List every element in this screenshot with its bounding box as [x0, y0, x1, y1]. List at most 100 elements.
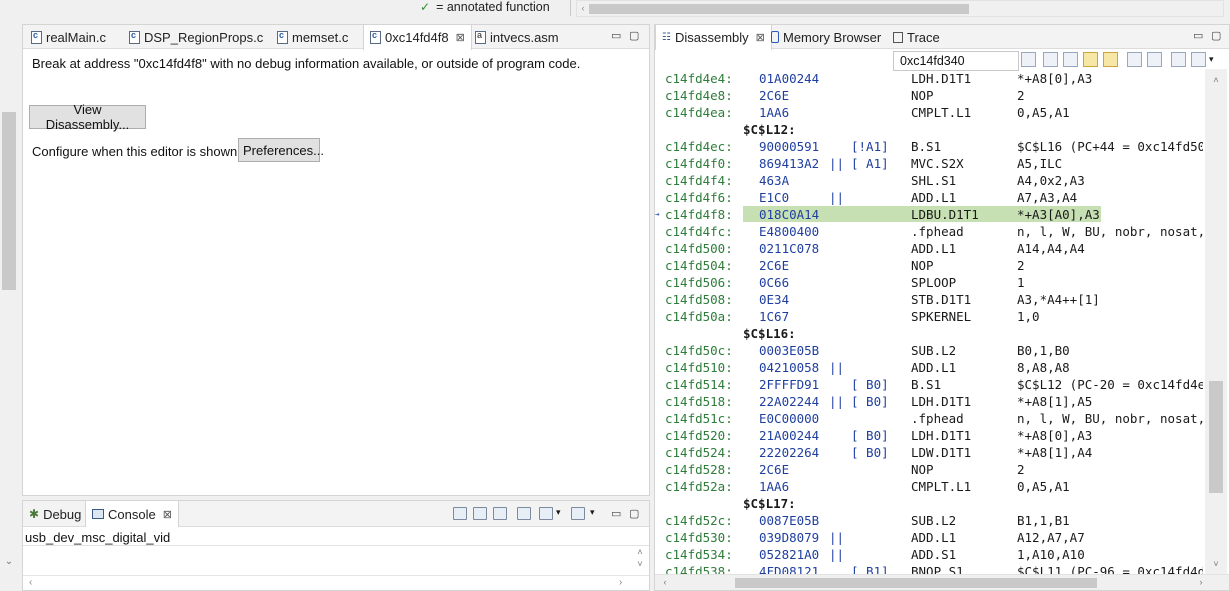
asm-file-icon — [475, 30, 486, 44]
sync-icon[interactable] — [1103, 52, 1118, 67]
maximize-icon[interactable]: ▢ — [629, 507, 639, 520]
mnemonic: BNOP.S1 — [911, 564, 964, 574]
maximize-icon[interactable]: ▢ — [1211, 29, 1221, 42]
view-disassembly-button[interactable]: View Disassembly... — [29, 102, 146, 132]
current-instruction-row[interactable]: ➔ c14fd4f8: 018C0A14 LDBU.D1T1 *+A3[A0],A3 — [655, 206, 1203, 223]
instruction-row[interactable]: c14fd4f4: 463A SHL.S1 A4,0x2,A3 — [655, 172, 1203, 189]
scroll-right-icon[interactable]: › — [1195, 577, 1207, 587]
close-tab-icon[interactable]: ⊠ — [456, 31, 465, 44]
clear-console-icon[interactable] — [453, 507, 467, 520]
minimize-icon[interactable]: ▭ — [611, 29, 621, 42]
mnemonic: ADD.L1 — [911, 360, 957, 375]
chevron-down-icon[interactable]: ▾ — [556, 507, 561, 518]
instruction-row[interactable]: c14fd4ea: 1AA6 CMPLT.L1 0,A5,A1 — [655, 104, 1203, 121]
opcode: 01A00244 — [759, 71, 820, 86]
close-tab-icon[interactable]: ⊠ — [163, 508, 172, 521]
instruction-row[interactable]: c14fd534: 052821A0 || ADD.S1 1,A10,A10 — [655, 546, 1203, 563]
tab-memory-browser[interactable]: Memory Browser — [765, 25, 887, 49]
scroll-right-icon[interactable]: › — [619, 577, 622, 588]
instruction-row[interactable]: c14fd50a: 1C67 SPKERNEL 1,0 — [655, 308, 1203, 325]
tab-memset[interactable]: memset.c — [271, 25, 354, 49]
step-over-icon[interactable] — [1147, 52, 1162, 67]
instruction-row[interactable]: c14fd51c: E0C00000 .fphead n, l, W, BU, nob… — [655, 410, 1203, 427]
disassembly-vertical-scrollbar[interactable]: ˄ ˅ — [1205, 69, 1227, 574]
instruction-row[interactable]: c14fd520: 21A00244 [ B0] LDH.D1T1 *+A8[0],A3 — [655, 427, 1203, 444]
link-icon[interactable] — [1083, 52, 1098, 67]
instruction-row[interactable]: c14fd524: 22202264 [ B0] LDW.D1T1 *+A8[1],A4 — [655, 444, 1203, 461]
scrollbar-thumb[interactable] — [589, 4, 969, 14]
instruction-row[interactable]: c14fd4e8: 2C6E NOP 2 — [655, 87, 1203, 104]
instruction-row[interactable]: c14fd528: 2C6E NOP 2 — [655, 461, 1203, 478]
instruction-row[interactable]: c14fd4f6: E1C0 || ADD.L1 A7,A3,A4 — [655, 189, 1203, 206]
tab-disassembly[interactable]: ☷ Disassembly ⊠ — [655, 25, 772, 50]
tab-address[interactable]: 0xc14fd4f8 ⊠ — [363, 25, 472, 50]
parallel-marker: || — [829, 547, 845, 562]
instruction-row[interactable]: c14fd4e4: 01A00244 LDH.D1T1 *+A8[0],A3 — [655, 70, 1203, 87]
instruction-row[interactable]: c14fd4fc: E4800400 .fphead n, l, W, BU, nob… — [655, 223, 1203, 240]
instruction-row[interactable]: c14fd514: 2FFFFD91 [ B0] B.S1 $C$L12 (PC-20 … — [655, 376, 1203, 393]
refresh-icon[interactable] — [1043, 52, 1058, 67]
instruction-row[interactable]: c14fd52c: 0087E05B SUB.L2 B1,1,B1 — [655, 512, 1203, 529]
tab-intvecs[interactable]: intvecs.asm — [469, 25, 565, 49]
preferences-button[interactable]: Preferences... — [238, 138, 324, 162]
go-icon[interactable] — [1021, 52, 1036, 67]
opcode: 0211C078 — [759, 241, 820, 256]
close-tab-icon[interactable]: ⊠ — [756, 31, 765, 44]
opcode: E4800400 — [759, 224, 820, 239]
instruction-row[interactable]: c14fd538: 4FD08121 [ B1] BNOP.S1 $C$L11 (PC-… — [655, 563, 1203, 574]
console-vertical-scrollbar[interactable]: ˄ ˅ — [633, 546, 647, 574]
open-console-icon[interactable] — [571, 507, 585, 520]
code-label[interactable]: $C$L17: — [655, 495, 1203, 512]
instruction-row[interactable]: c14fd518: 22A02244 || [ B0] LDH.D1T1 *+A8[1],… — [655, 393, 1203, 410]
instruction-row[interactable]: c14fd4ec: 90000591 [!A1] B.S1 $C$L16 (PC+44 … — [655, 138, 1203, 155]
console-horizontal-scrollbar[interactable]: ‹ › — [23, 575, 649, 590]
mnemonic: SUB.L2 — [911, 513, 957, 528]
operands: *+A3[A0],A3 — [1017, 207, 1100, 222]
step-into-icon[interactable] — [1127, 52, 1142, 67]
minimize-icon[interactable]: ▭ — [1193, 29, 1203, 42]
pin-console-icon[interactable] — [517, 507, 531, 520]
chevron-down-icon[interactable]: ▾ — [590, 507, 595, 518]
tab-dsp-regionprops[interactable]: DSP_RegionProps.c — [123, 25, 269, 49]
left-scrollbar-thumb[interactable] — [2, 112, 16, 290]
scroll-lock-icon[interactable] — [473, 507, 487, 520]
code-label[interactable]: $C$L16: — [655, 325, 1203, 342]
pin-icon[interactable] — [1191, 52, 1206, 67]
minimize-icon[interactable]: ▭ — [611, 507, 621, 520]
legend-text: = annotated function — [436, 0, 550, 14]
code-label[interactable]: $C$L12: — [655, 121, 1203, 138]
instruction-row[interactable]: c14fd4f0: 869413A2 || [ A1] MVC.S2X A5,ILC — [655, 155, 1203, 172]
maximize-icon[interactable]: ▢ — [629, 29, 639, 42]
home-icon[interactable] — [1063, 52, 1078, 67]
tab-trace[interactable]: Trace — [887, 25, 946, 49]
address-input[interactable] — [893, 51, 1019, 71]
scroll-left-icon[interactable]: ‹ — [659, 577, 671, 587]
scroll-left-icon[interactable]: ‹ — [29, 577, 32, 588]
scrollbar-thumb[interactable] — [735, 578, 1097, 588]
instruction-row[interactable]: c14fd52a: 1AA6 CMPLT.L1 0,A5,A1 — [655, 478, 1203, 495]
divider — [570, 0, 571, 16]
tab-realmain[interactable]: realMain.c — [25, 25, 112, 49]
new-view-icon[interactable] — [1171, 52, 1186, 67]
instruction-row[interactable]: c14fd510: 04210058 || ADD.L1 8,A8,A8 — [655, 359, 1203, 376]
instruction-row[interactable]: c14fd50c: 0003E05B SUB.L2 B0,1,B0 — [655, 342, 1203, 359]
scrollbar-thumb[interactable] — [1209, 381, 1223, 493]
scroll-down-icon[interactable]: ⌄ — [2, 555, 16, 569]
scroll-down-icon[interactable]: ˅ — [1209, 559, 1223, 571]
tab-label: DSP_RegionProps.c — [144, 29, 264, 45]
disassembly-horizontal-scrollbar[interactable]: ‹ › — [655, 574, 1229, 590]
word-wrap-icon[interactable] — [493, 507, 507, 520]
scroll-up-icon[interactable]: ˄ — [1209, 75, 1223, 87]
top-horizontal-scrollbar[interactable]: ‹ — [576, 0, 1224, 17]
instruction-row[interactable]: c14fd506: 0C66 SPLOOP 1 — [655, 274, 1203, 291]
instruction-row[interactable]: c14fd530: 039D8079 || ADD.L1 A12,A7,A7 — [655, 529, 1203, 546]
instruction-row[interactable]: c14fd508: 0E34 STB.D1T1 A3,*A4++[1] — [655, 291, 1203, 308]
address: c14fd4e8: — [665, 88, 733, 103]
chevron-down-icon[interactable]: ▾ — [1209, 54, 1214, 65]
display-console-icon[interactable] — [539, 507, 553, 520]
tab-debug[interactable]: ✱ Debug — [23, 501, 87, 527]
instruction-row[interactable]: c14fd504: 2C6E NOP 2 — [655, 257, 1203, 274]
instruction-row[interactable]: c14fd500: 0211C078 ADD.L1 A14,A4,A4 — [655, 240, 1203, 257]
scroll-left-icon[interactable]: ‹ — [577, 1, 589, 16]
tab-console[interactable]: Console ⊠ — [85, 501, 179, 527]
